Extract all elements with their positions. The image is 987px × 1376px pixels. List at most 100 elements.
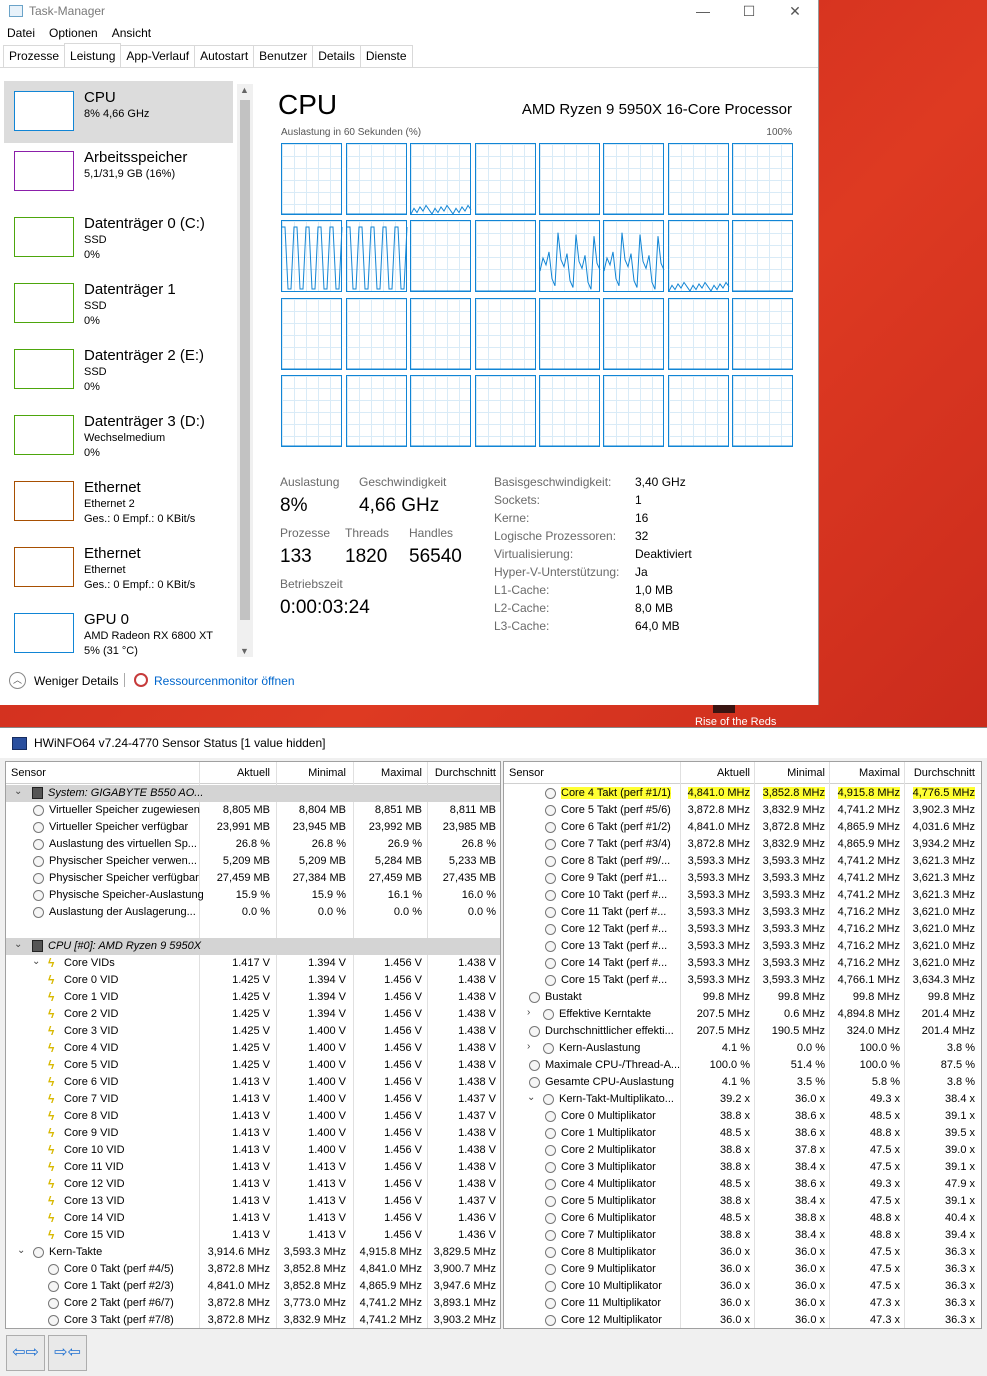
- sensor-row[interactable]: Core 13 Takt (perf #... 3,593.3 MHz 3,593.…: [504, 938, 981, 955]
- sensor-row[interactable]: ϟ Core 14 VID 1.413 V 1.413 V 1.456 V 1.436 V: [6, 1210, 500, 1227]
- column-header-3[interactable]: Maximal: [859, 767, 900, 779]
- collapse-icon[interactable]: ⌄: [17, 1245, 25, 1256]
- tab-benutzer[interactable]: Benutzer: [253, 45, 314, 67]
- tab-app-verlauf[interactable]: App-Verlauf: [120, 45, 196, 67]
- sensor-row[interactable]: ⌄ Kern-Takte 3,914.6 MHz 3,593.3 MHz 4,915.8…: [6, 1244, 500, 1261]
- sensor-row[interactable]: Core 15 Takt (perf #... 3,593.3 MHz 3,593.…: [504, 972, 981, 989]
- tab-autostart[interactable]: Autostart: [194, 45, 255, 67]
- sensor-row[interactable]: Virtueller Speicher verfügbar 23,991 MB 23…: [6, 819, 500, 836]
- menu-datei[interactable]: Datei: [7, 26, 35, 40]
- sensor-row[interactable]: ⌄ ϟ Core VIDs 1.417 V 1.394 V 1.456 V 1.438 V: [6, 955, 500, 972]
- tab-dienste[interactable]: Dienste: [359, 45, 413, 67]
- tab-leistung[interactable]: Leistung: [64, 43, 122, 67]
- sensor-row[interactable]: Core 6 Takt (perf #1/2) 4,841.0 MHz 3,872.…: [504, 819, 981, 836]
- sensor-row[interactable]: Physische Speicher-Auslastung 15.9 % 15.9 …: [6, 887, 500, 904]
- sensor-row[interactable]: ϟ Core 8 VID 1.413 V 1.400 V 1.456 V 1.437 V: [6, 1108, 500, 1125]
- scroll-down-icon[interactable]: ▼: [240, 646, 249, 656]
- collapse-icon[interactable]: ⌄: [527, 1092, 535, 1103]
- sensor-row[interactable]: ⌄ Kern-Takt-Multiplikato... 39.2 x 36.0 x 49…: [504, 1091, 981, 1108]
- sensor-row[interactable]: Core 2 Multiplikator 38.8 x 37.8 x 47.5 x 39…: [504, 1142, 981, 1159]
- sensor-row[interactable]: ⌄ CPU [#0]: AMD Ryzen 9 5950X: [6, 938, 500, 955]
- menu-ansicht[interactable]: Ansicht: [112, 26, 151, 40]
- sensor-row[interactable]: ϟ Core 12 VID 1.413 V 1.413 V 1.456 V 1.438 V: [6, 1176, 500, 1193]
- sensor-row[interactable]: Auslastung der Auslagerung... 0.0 % 0.0 % 0…: [6, 904, 500, 921]
- column-header-1[interactable]: Aktuell: [717, 767, 750, 779]
- sensor-row[interactable]: Virtueller Speicher zugewiesen 8,805 MB 8,…: [6, 802, 500, 819]
- sidebar-scrollbar[interactable]: ▲ ▼: [237, 84, 253, 657]
- sensor-row[interactable]: Core 6 Multiplikator 48.5 x 38.8 x 48.8 x 40…: [504, 1210, 981, 1227]
- sidebar-item[interactable]: Ethernet Ethernet 2 Ges.: 0 Empf.: 0 KBit/…: [4, 471, 233, 533]
- sensor-row[interactable]: Bustakt 99.8 MHz 99.8 MHz 99.8 MHz 99.8 MHz: [504, 989, 981, 1006]
- sensor-row[interactable]: ϟ Core 11 VID 1.413 V 1.413 V 1.456 V 1.438 V: [6, 1159, 500, 1176]
- expand-layout-button[interactable]: ⇦⇨: [6, 1335, 45, 1371]
- sensor-row[interactable]: Gesamte CPU-Auslastung 4.1 % 3.5 % 5.8 % 3.8…: [504, 1074, 981, 1091]
- sensor-row[interactable]: Core 9 Multiplikator 36.0 x 36.0 x 47.5 x 36…: [504, 1261, 981, 1278]
- sidebar-item[interactable]: Datenträger 2 (E:) SSD 0%: [4, 339, 233, 401]
- expand-icon[interactable]: ›: [527, 1007, 530, 1018]
- sidebar-item[interactable]: Datenträger 1 SSD 0%: [4, 273, 233, 335]
- sensor-row[interactable]: ϟ Core 6 VID 1.413 V 1.400 V 1.456 V 1.438 V: [6, 1074, 500, 1091]
- fewer-details-link[interactable]: Weniger Details: [34, 674, 118, 688]
- sensor-row[interactable]: Core 1 Multiplikator 48.5 x 38.6 x 48.8 x 39…: [504, 1125, 981, 1142]
- sensor-row[interactable]: ϟ Core 13 VID 1.413 V 1.413 V 1.456 V 1.437 V: [6, 1193, 500, 1210]
- sensor-row[interactable]: Durchschnittlicher effekti... 207.5 MHz 19…: [504, 1023, 981, 1040]
- sensor-row[interactable]: Core 12 Multiplikator 36.0 x 36.0 x 47.3 x 3…: [504, 1312, 981, 1328]
- sensor-row[interactable]: Core 10 Multiplikator 36.0 x 36.0 x 47.5 x 3…: [504, 1278, 981, 1295]
- collapse-icon[interactable]: ⌄: [32, 956, 40, 967]
- sensor-row[interactable]: Auslastung des virtuellen Sp... 26.8 % 26.…: [6, 836, 500, 853]
- maximize-button[interactable]: ☐: [726, 0, 772, 22]
- column-header-4[interactable]: Durchschnitt: [914, 767, 975, 779]
- sensor-row[interactable]: Core 0 Multiplikator 38.8 x 38.6 x 48.5 x 39…: [504, 1108, 981, 1125]
- sensor-row[interactable]: Core 7 Multiplikator 38.8 x 38.4 x 48.8 x 39…: [504, 1227, 981, 1244]
- sensor-row[interactable]: Physischer Speicher verwen... 5,209 MB 5,2…: [6, 853, 500, 870]
- collapse-layout-button[interactable]: ⇨⇦: [48, 1335, 87, 1371]
- column-header-3[interactable]: Maximal: [381, 767, 422, 779]
- sensor-row[interactable]: Core 11 Takt (perf #... 3,593.3 MHz 3,593.…: [504, 904, 981, 921]
- sensor-row[interactable]: ⌄ System: GIGABYTE B550 AO...: [6, 785, 500, 802]
- sensor-row[interactable]: ϟ Core 15 VID 1.413 V 1.413 V 1.456 V 1.436 V: [6, 1227, 500, 1244]
- sensor-row[interactable]: Core 9 Takt (perf #1... 3,593.3 MHz 3,593.…: [504, 870, 981, 887]
- expand-icon[interactable]: ›: [527, 1041, 530, 1052]
- resource-monitor-link[interactable]: Ressourcenmonitor öffnen: [154, 674, 295, 688]
- sensor-row[interactable]: Core 12 Takt (perf #... 3,593.3 MHz 3,593.…: [504, 921, 981, 938]
- sensor-row[interactable]: Core 8 Takt (perf #9/... 3,593.3 MHz 3,593…: [504, 853, 981, 870]
- sensor-row[interactable]: [6, 921, 500, 938]
- close-button[interactable]: ✕: [772, 0, 818, 22]
- sensor-row[interactable]: ϟ Core 7 VID 1.413 V 1.400 V 1.456 V 1.437 V: [6, 1091, 500, 1108]
- column-header-0[interactable]: Sensor: [509, 767, 544, 779]
- sensor-row[interactable]: › Effektive Kerntakte 207.5 MHz 0.6 MHz 4,89…: [504, 1006, 981, 1023]
- sensor-row[interactable]: Core 8 Multiplikator 36.0 x 36.0 x 47.5 x 36…: [504, 1244, 981, 1261]
- sensor-row[interactable]: Core 0 Takt (perf #4/5) 3,872.8 MHz 3,852.…: [6, 1261, 500, 1278]
- sensor-row[interactable]: Core 2 Takt (perf #6/7) 3,872.8 MHz 3,773.…: [6, 1295, 500, 1312]
- sensor-row[interactable]: Core 11 Multiplikator 36.0 x 36.0 x 47.3 x 3…: [504, 1295, 981, 1312]
- sidebar-item[interactable]: CPU 8% 4,66 GHz: [4, 81, 233, 143]
- sensor-row[interactable]: Core 3 Multiplikator 38.8 x 38.4 x 47.5 x 39…: [504, 1159, 981, 1176]
- sensor-row[interactable]: Core 5 Takt (perf #5/6) 3,872.8 MHz 3,832.…: [504, 802, 981, 819]
- scrollbar-thumb[interactable]: [240, 100, 250, 620]
- sidebar-item[interactable]: Datenträger 0 (C:) SSD 0%: [4, 207, 233, 269]
- column-header-4[interactable]: Durchschnitt: [435, 767, 496, 779]
- scroll-up-icon[interactable]: ▲: [240, 85, 249, 95]
- column-header-0[interactable]: Sensor: [11, 767, 46, 779]
- sensor-row[interactable]: ϟ Core 4 VID 1.425 V 1.400 V 1.456 V 1.438 V: [6, 1040, 500, 1057]
- sensor-row[interactable]: Core 4 Takt (perf #1/1) 4,841.0 MHz 3,852.…: [504, 785, 981, 802]
- column-header-1[interactable]: Aktuell: [237, 767, 270, 779]
- sensor-row[interactable]: ϟ Core 0 VID 1.425 V 1.394 V 1.456 V 1.438 V: [6, 972, 500, 989]
- sensor-row[interactable]: Core 7 Takt (perf #3/4) 3,872.8 MHz 3,832.…: [504, 836, 981, 853]
- sensor-row[interactable]: Core 4 Multiplikator 48.5 x 38.6 x 49.3 x 47…: [504, 1176, 981, 1193]
- sensor-row[interactable]: ϟ Core 5 VID 1.425 V 1.400 V 1.456 V 1.438 V: [6, 1057, 500, 1074]
- sensor-row[interactable]: Core 14 Takt (perf #... 3,593.3 MHz 3,593.…: [504, 955, 981, 972]
- chevron-up-icon[interactable]: ︿: [9, 672, 26, 689]
- collapse-icon[interactable]: ⌄: [14, 939, 22, 950]
- sensor-row[interactable]: Core 1 Takt (perf #2/3) 4,841.0 MHz 3,852.…: [6, 1278, 500, 1295]
- sidebar-item[interactable]: Arbeitsspeicher 5,1/31,9 GB (16%): [4, 141, 233, 203]
- column-header-2[interactable]: Minimal: [308, 767, 346, 779]
- sensor-row[interactable]: Maximale CPU-/Thread-A... 100.0 % 51.4 % 10…: [504, 1057, 981, 1074]
- sidebar-item[interactable]: Ethernet Ethernet Ges.: 0 Empf.: 0 KBit/s: [4, 537, 233, 599]
- sensor-row[interactable]: › Kern-Auslastung 4.1 % 0.0 % 100.0 % 3.8 %: [504, 1040, 981, 1057]
- tab-details[interactable]: Details: [312, 45, 361, 67]
- sensor-row[interactable]: Core 10 Takt (perf #... 3,593.3 MHz 3,593.…: [504, 887, 981, 904]
- sensor-row[interactable]: Core 3 Takt (perf #7/8) 3,872.8 MHz 3,832.…: [6, 1312, 500, 1328]
- sensor-row[interactable]: ϟ Core 10 VID 1.413 V 1.400 V 1.456 V 1.438 V: [6, 1142, 500, 1159]
- column-header-2[interactable]: Minimal: [787, 767, 825, 779]
